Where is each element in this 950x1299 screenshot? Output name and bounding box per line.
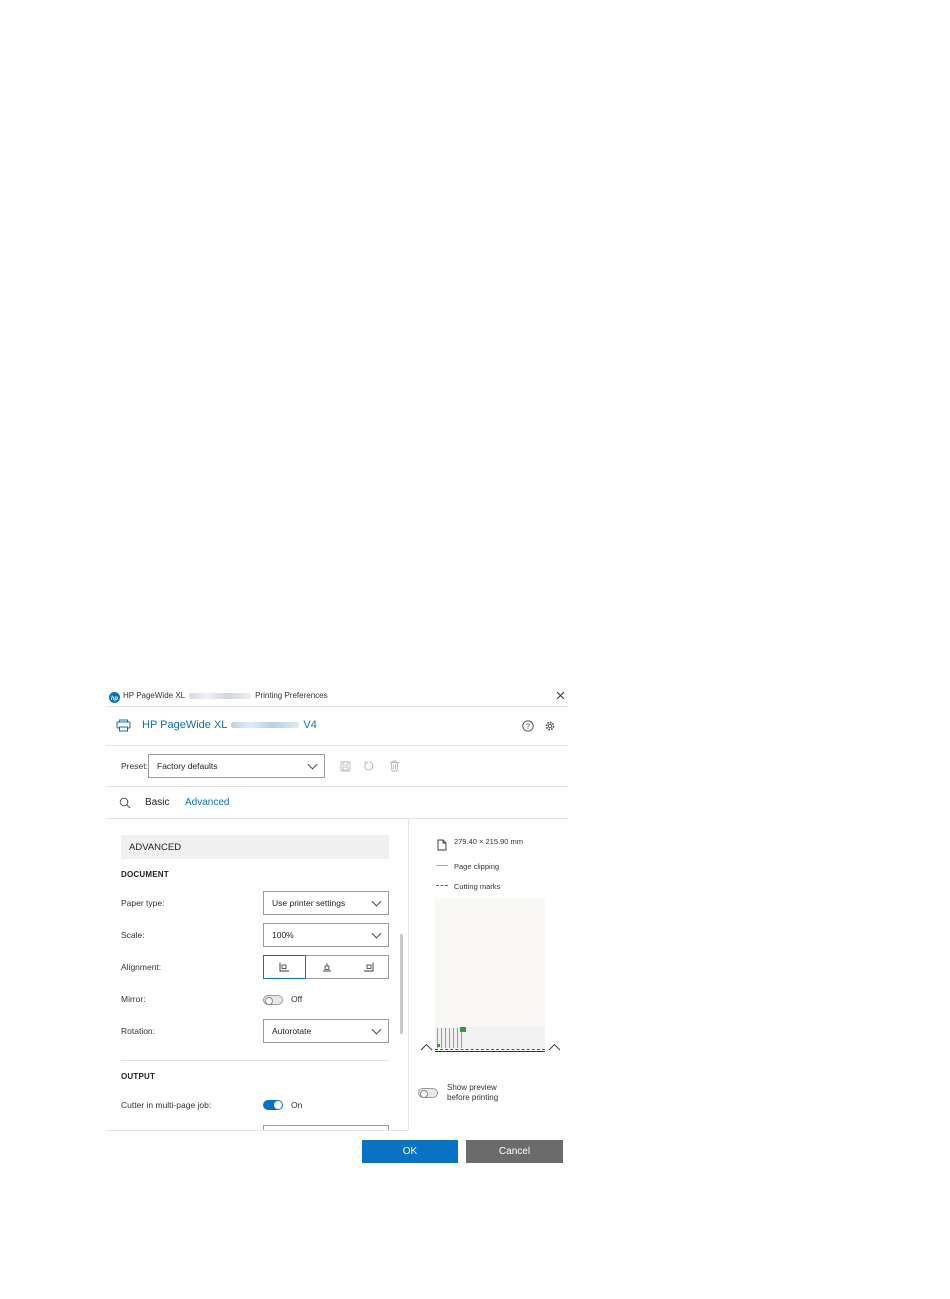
printer-icon	[116, 719, 131, 737]
page-size-text: 279.40 × 215.90 mm	[454, 837, 524, 846]
title-divider	[106, 706, 568, 707]
mirror-toggle[interactable]	[263, 995, 283, 1005]
settings-button[interactable]	[543, 719, 557, 733]
cutter-toggle[interactable]	[263, 1100, 283, 1110]
preset-select[interactable]: Factory defaults	[148, 754, 325, 778]
cutter-state: On	[291, 1100, 303, 1110]
chevron-up-icon	[548, 1043, 560, 1051]
window-title: HP PageWide XL Printing Preferences	[123, 691, 328, 700]
toggle-knob	[274, 1101, 282, 1109]
chevron-down-icon	[371, 928, 382, 939]
align-center-icon	[323, 963, 331, 972]
show-preview-line1: Show preview	[447, 1083, 497, 1092]
show-preview-toggle[interactable]	[418, 1088, 438, 1098]
preset-value: Factory defaults	[157, 761, 218, 771]
section-divider	[121, 1060, 389, 1061]
align-left-button[interactable]	[263, 955, 306, 979]
rotation-label: Rotation:	[121, 1026, 156, 1036]
show-preview-label: Show preview before printing	[447, 1083, 498, 1103]
printer-name-prefix: HP PageWide XL	[142, 719, 228, 731]
help-icon: ?	[522, 720, 534, 732]
svg-text:hp: hp	[111, 696, 119, 702]
advanced-section-header: ADVANCED	[121, 835, 389, 859]
save-preset-button[interactable]	[338, 759, 352, 773]
paper-type-select[interactable]: Use printer settings	[263, 891, 389, 915]
redacted-printer-model	[231, 722, 300, 729]
output-heading: OUTPUT	[121, 1072, 156, 1081]
alignment-segmented-control	[263, 955, 389, 979]
tabs-divider	[106, 818, 568, 819]
chevron-up-icon	[420, 1043, 432, 1051]
chevron-down-icon	[307, 759, 318, 770]
paper-type-label: Paper type:	[121, 898, 165, 908]
align-right-button[interactable]	[348, 955, 389, 979]
preset-label: Preset:	[121, 761, 148, 771]
settings-bottom-divider	[106, 1130, 408, 1131]
preview-origin-dot	[437, 1044, 440, 1047]
search-button[interactable]	[118, 796, 132, 810]
document-heading: DOCUMENT	[121, 870, 169, 879]
toggle-knob	[420, 1090, 428, 1098]
window-title-suffix: Printing Preferences	[255, 691, 328, 700]
scale-select[interactable]: 100%	[263, 923, 389, 947]
delete-preset-button[interactable]	[387, 759, 401, 773]
window-title-prefix: HP PageWide XL	[123, 691, 186, 700]
gear-icon	[545, 721, 555, 731]
rotation-value: Autorotate	[272, 1026, 312, 1036]
printer-name-suffix: V4	[303, 719, 317, 731]
align-right-icon	[364, 962, 374, 972]
preview-origin-marker	[460, 1027, 466, 1032]
settings-scrollbar[interactable]	[400, 934, 403, 1034]
preview-next-button[interactable]	[547, 1040, 561, 1054]
search-icon	[119, 797, 131, 809]
preview-cut-line	[435, 1049, 545, 1050]
help-button[interactable]: ?	[521, 719, 535, 733]
mirror-state: Off	[291, 994, 303, 1004]
printer-name: HP PageWide XL V4	[142, 719, 317, 731]
tab-advanced[interactable]: Advanced	[185, 797, 229, 808]
preview-prev-button[interactable]	[419, 1040, 433, 1054]
cutting-marks-legend: Cutting marks	[454, 882, 501, 891]
cutter-label: Cutter in multi-page job:	[121, 1100, 212, 1110]
tab-basic[interactable]: Basic	[145, 797, 169, 808]
scale-value: 100%	[272, 930, 294, 940]
page-size-icon	[437, 838, 447, 856]
close-button[interactable]	[554, 689, 566, 701]
reset-preset-button[interactable]	[362, 759, 376, 773]
preview-baseline	[435, 1051, 545, 1052]
align-center-button[interactable]	[306, 955, 348, 979]
svg-text:?: ?	[526, 724, 530, 731]
toggle-knob	[265, 997, 273, 1005]
page-clipping-legend: Page clipping	[454, 862, 500, 871]
header-divider	[106, 745, 568, 746]
chevron-down-icon	[371, 1024, 382, 1035]
cutting-marks-swatch	[436, 885, 448, 886]
trash-icon	[389, 760, 399, 772]
preset-divider	[106, 786, 568, 787]
close-icon	[556, 691, 564, 699]
cancel-button[interactable]: Cancel	[466, 1140, 563, 1163]
advanced-heading: ADVANCED	[129, 842, 182, 853]
paper-type-value: Use printer settings	[272, 898, 346, 908]
mirror-label: Mirror:	[121, 994, 146, 1004]
page-clipping-swatch	[436, 865, 448, 866]
pane-divider	[408, 819, 409, 1130]
alignment-label: Alignment:	[121, 962, 162, 972]
hp-logo-icon: hp	[109, 690, 120, 703]
rotation-select[interactable]: Autorotate	[263, 1019, 389, 1043]
reset-icon	[364, 761, 374, 771]
redacted-model	[189, 692, 252, 699]
show-preview-line2: before printing	[447, 1093, 499, 1102]
chevron-down-icon	[371, 896, 382, 907]
ok-button[interactable]: OK	[362, 1140, 458, 1163]
align-left-icon	[279, 962, 289, 972]
save-icon	[340, 761, 350, 771]
scale-label: Scale:	[121, 930, 145, 940]
